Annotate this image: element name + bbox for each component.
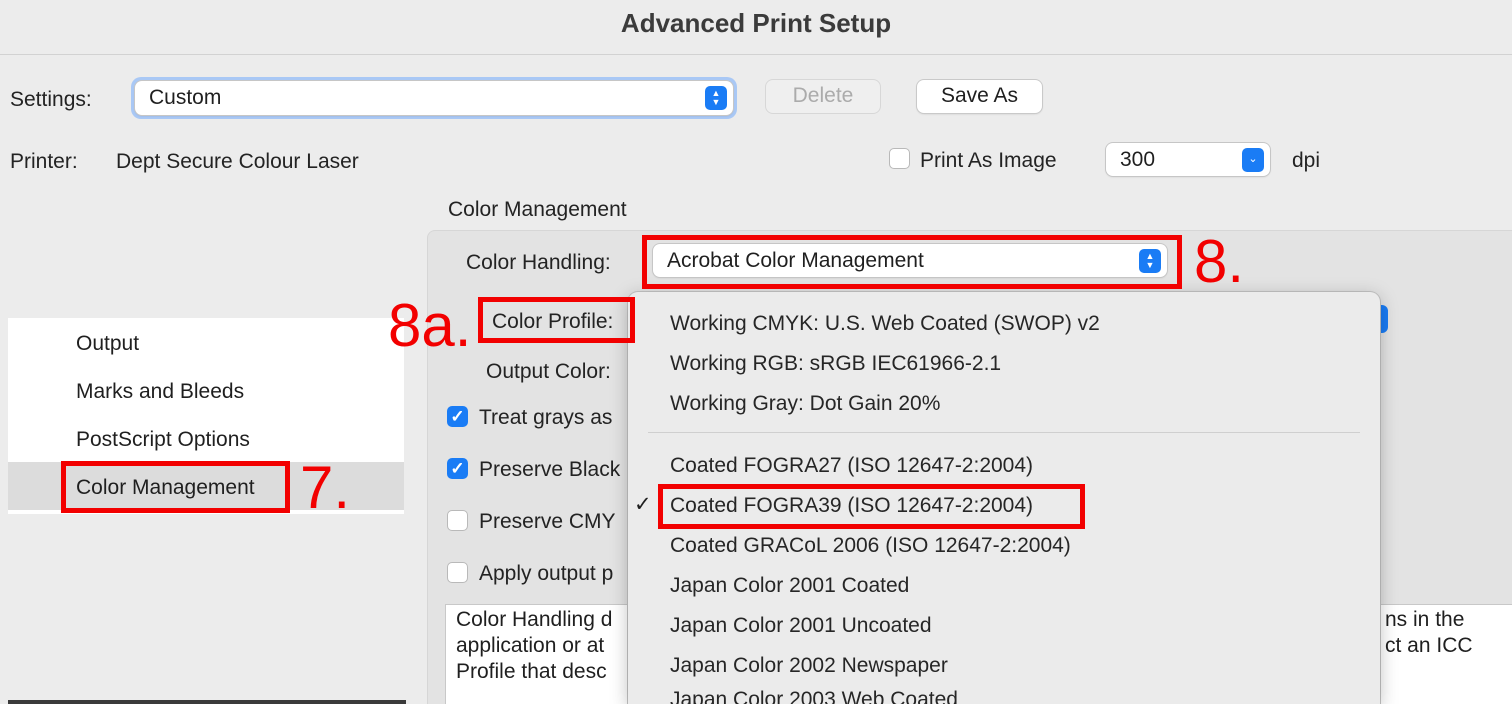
menu-item[interactable]: Working RGB: sRGB IEC61966-2.1 — [670, 352, 1001, 376]
checkmark-icon: ✓ — [634, 493, 652, 516]
menu-item[interactable]: Working Gray: Dot Gain 20% — [670, 392, 940, 416]
menu-separator — [648, 432, 1360, 433]
preserve-cmyk-checkbox[interactable] — [447, 510, 468, 531]
color-handling-label: Color Handling: — [466, 251, 611, 274]
settings-select[interactable]: Custom ▲ ▼ — [135, 81, 733, 115]
annotation-step-7: 7. — [300, 454, 351, 521]
menu-item[interactable]: Japan Color 2003 Web Coated — [670, 688, 958, 704]
apply-output-checkbox[interactable] — [447, 562, 468, 583]
window-title: Advanced Print Setup — [620, 8, 892, 38]
preserve-black-label: Preserve Black — [479, 458, 621, 481]
annotation-box-fogra39 — [658, 484, 1085, 529]
menu-item[interactable]: Coated FOGRA27 (ISO 12647-2:2004) — [670, 454, 1033, 478]
preserve-black-checkbox[interactable]: ✓ — [447, 458, 468, 479]
dpi-select-value: 300 — [1120, 147, 1156, 171]
chevron-down-icon: ⌄ — [1242, 147, 1264, 172]
dpi-unit-label: dpi — [1292, 149, 1321, 172]
description-line-right: ct an ICC — [1385, 634, 1473, 657]
annotation-step-8a: 8a. — [388, 292, 472, 359]
menu-item[interactable]: Coated GRACoL 2006 (ISO 12647-2:2004) — [670, 534, 1071, 558]
treat-grays-checkbox[interactable]: ✓ — [447, 406, 468, 427]
sidebar-item-output[interactable]: Output — [76, 332, 139, 356]
sidebar-item-marks-and-bleeds[interactable]: Marks and Bleeds — [76, 380, 244, 404]
printer-value: Dept Secure Colour Laser — [116, 150, 359, 173]
description-line-right: ns in the — [1385, 608, 1465, 631]
save-as-button[interactable]: Save As — [917, 80, 1042, 113]
sidebar-bottom-border — [8, 700, 406, 704]
print-as-image-label: Print As Image — [920, 149, 1057, 172]
sidebar-item-postscript-options[interactable]: PostScript Options — [76, 428, 250, 452]
annotation-step-8: 8. — [1194, 228, 1245, 295]
annotation-box-color-handling — [642, 235, 1182, 289]
settings-select-value: Custom — [149, 86, 222, 109]
menu-item[interactable]: Japan Color 2001 Coated — [670, 574, 909, 598]
menu-item[interactable]: Japan Color 2001 Uncoated — [670, 614, 932, 638]
annotation-box-color-profile — [478, 297, 635, 343]
print-as-image-checkbox[interactable] — [889, 148, 910, 169]
section-title: Color Management — [448, 198, 627, 221]
apply-output-label: Apply output p — [479, 562, 614, 585]
annotation-box-color-management — [61, 461, 290, 513]
output-color-label: Output Color: — [486, 360, 611, 383]
stepper-icon: ▲ ▼ — [705, 86, 727, 110]
printer-label: Printer: — [10, 150, 78, 173]
treat-grays-label: Treat grays as — [479, 406, 613, 429]
preserve-cmyk-label: Preserve CMY — [479, 510, 616, 533]
menu-item[interactable]: Japan Color 2002 Newspaper — [670, 654, 948, 678]
menu-item[interactable]: Working CMYK: U.S. Web Coated (SWOP) v2 — [670, 312, 1100, 336]
settings-label: Settings: — [10, 88, 92, 111]
dpi-select[interactable]: 300 ⌄ — [1106, 143, 1270, 176]
delete-button[interactable]: Delete — [766, 80, 880, 113]
